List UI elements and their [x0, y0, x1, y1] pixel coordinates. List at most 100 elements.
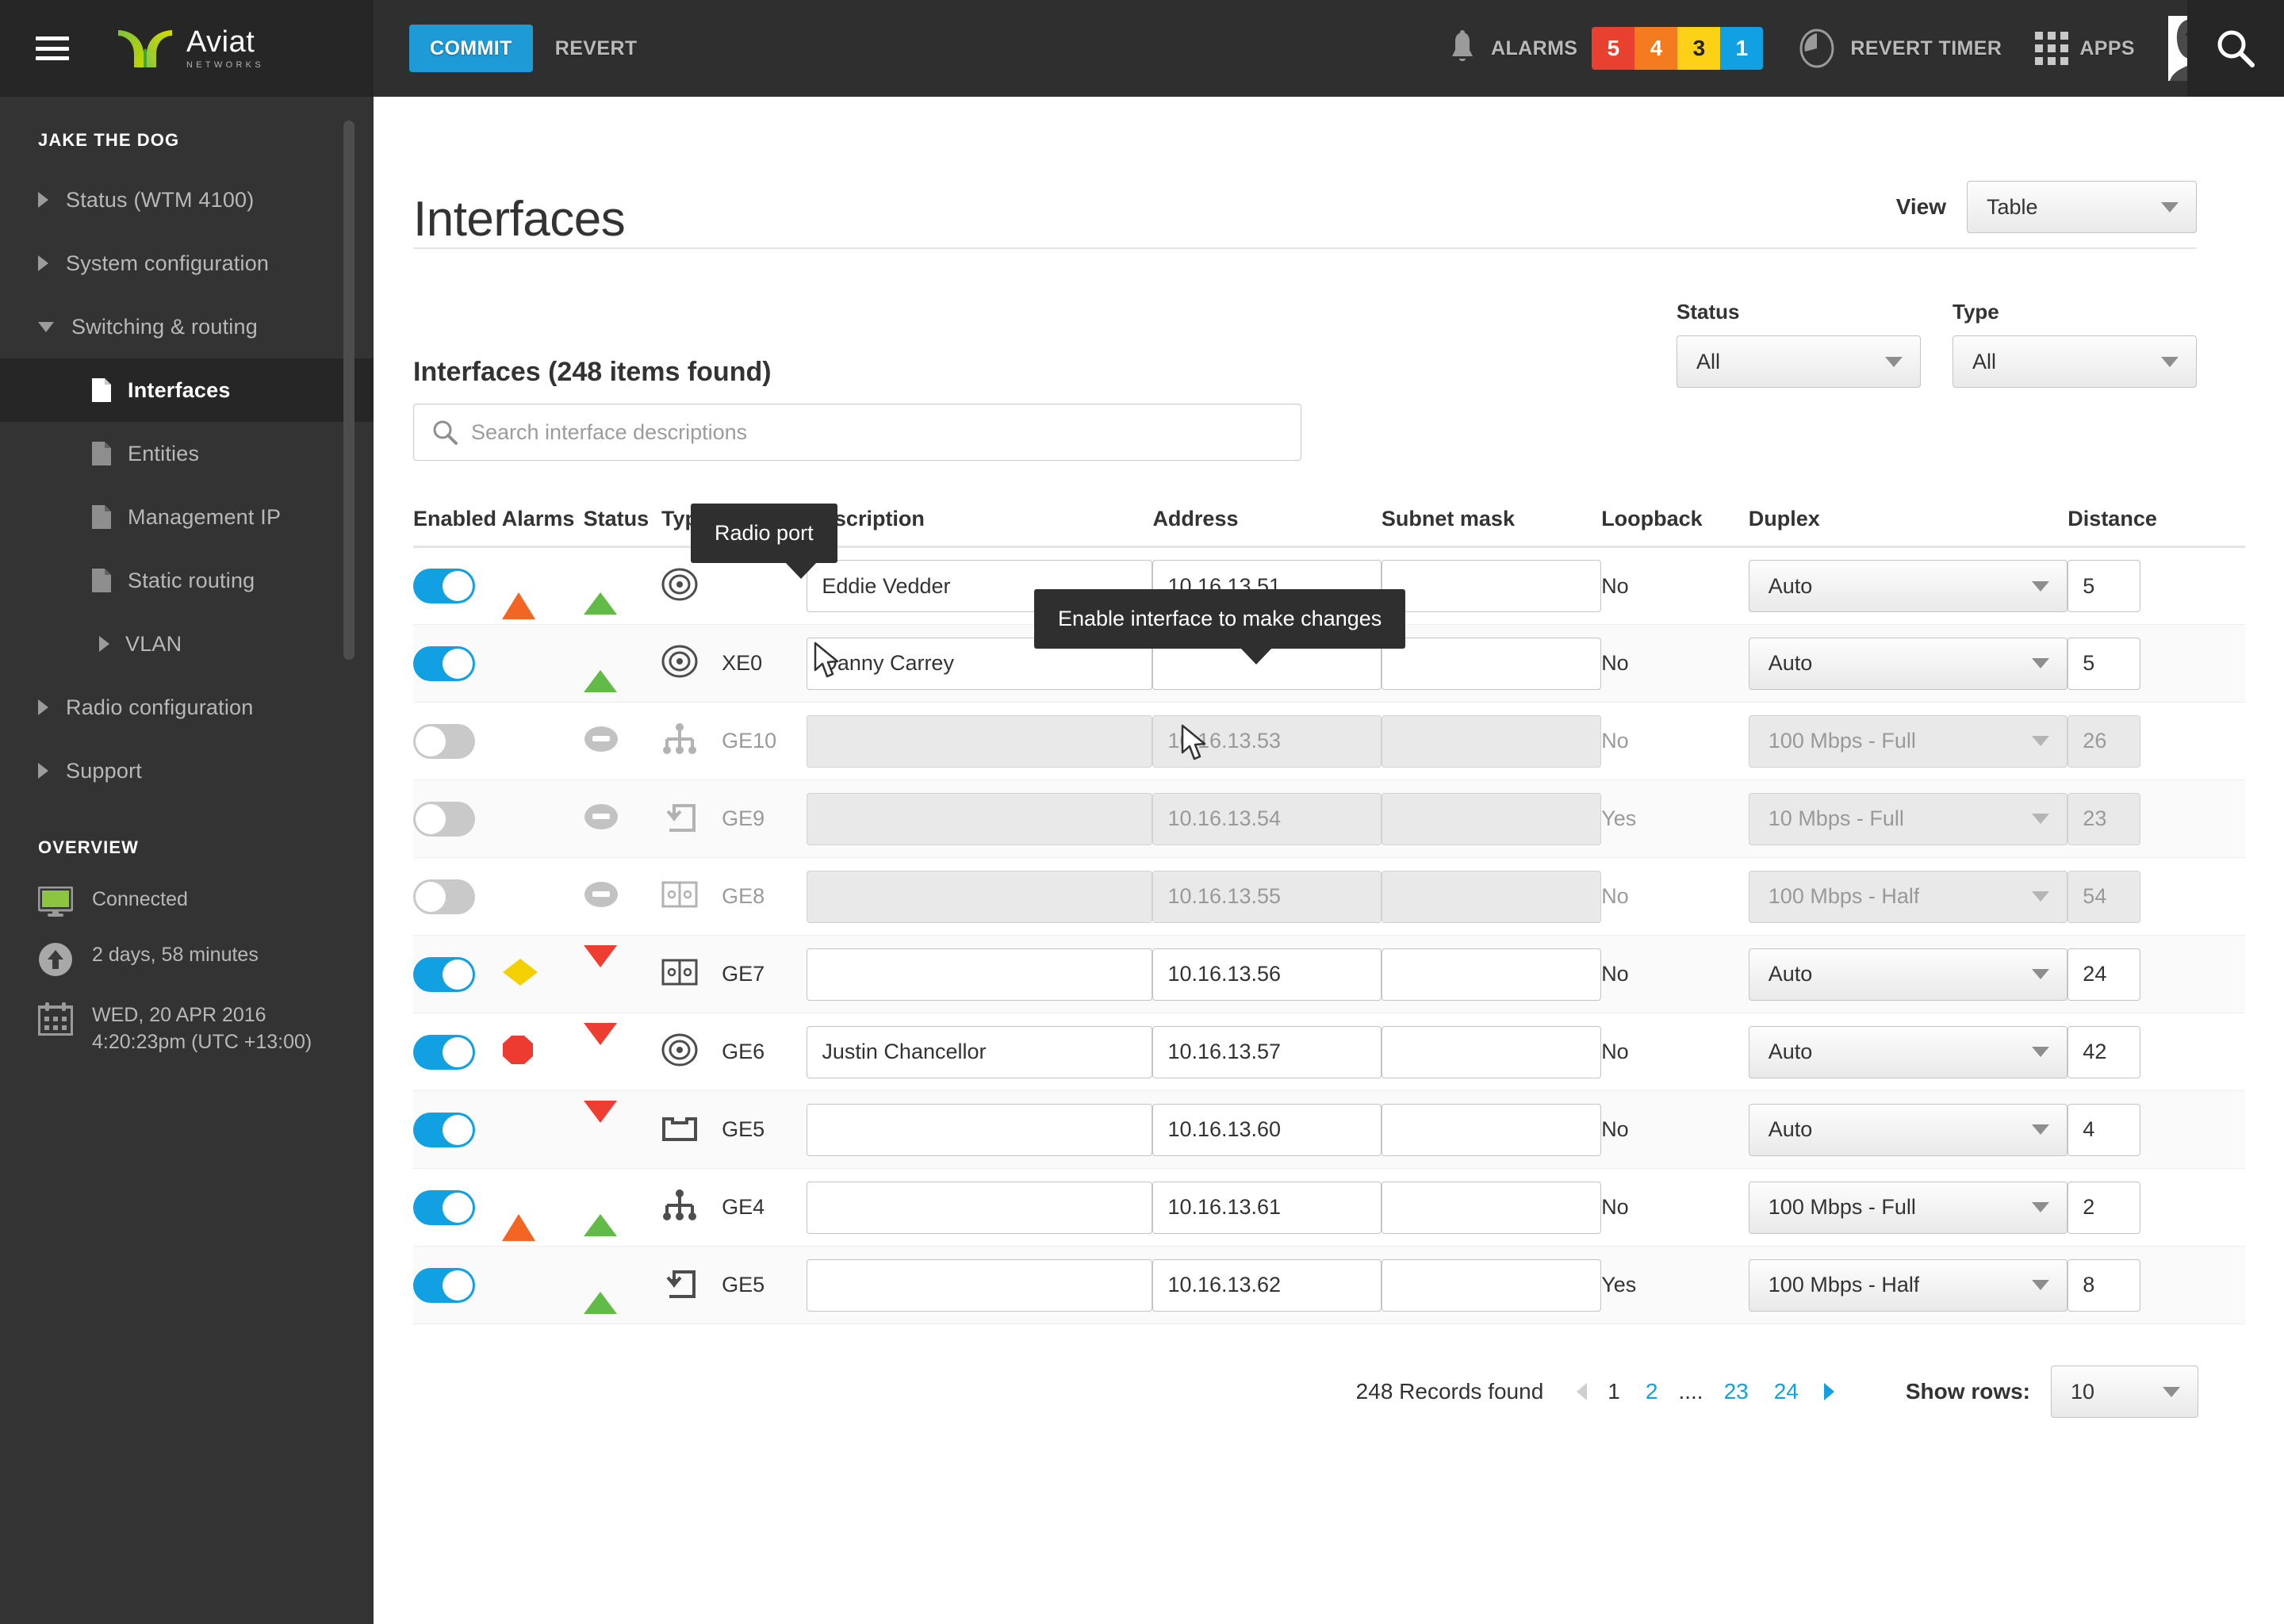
- view-select[interactable]: Table: [1967, 181, 2197, 233]
- subnet-mask-input[interactable]: [1382, 1104, 1601, 1156]
- alarm-chip-minor[interactable]: 3: [1677, 27, 1720, 70]
- subnet-mask-input[interactable]: [1382, 638, 1601, 690]
- alarms-indicator[interactable]: ALARMS 5 4 3 1: [1447, 27, 1763, 70]
- enabled-toggle[interactable]: [413, 957, 475, 992]
- duplex-select[interactable]: Auto: [1749, 560, 2068, 612]
- show-rows-select[interactable]: 10: [2051, 1365, 2198, 1418]
- address-input[interactable]: [1152, 871, 1381, 923]
- distance-input[interactable]: [2067, 560, 2140, 612]
- enabled-toggle[interactable]: [413, 1190, 475, 1225]
- sidebar-item-support[interactable]: Support: [0, 739, 374, 802]
- description-input[interactable]: [807, 793, 1152, 845]
- cell-type[interactable]: [661, 936, 722, 1013]
- subnet-mask-input[interactable]: [1382, 1182, 1601, 1234]
- duplex-select[interactable]: Auto: [1749, 948, 2068, 1001]
- duplex-select[interactable]: 100 Mbps - Half: [1749, 1259, 2068, 1312]
- address-input[interactable]: [1152, 1182, 1381, 1234]
- enabled-toggle[interactable]: [413, 1113, 475, 1147]
- enabled-toggle[interactable]: [413, 1035, 475, 1070]
- search-input[interactable]: [471, 420, 1301, 445]
- subnet-mask-input[interactable]: [1382, 948, 1601, 1001]
- apps-launcher[interactable]: APPS: [2035, 32, 2135, 65]
- distance-input[interactable]: [2067, 715, 2140, 768]
- address-input[interactable]: [1152, 1026, 1381, 1078]
- brand-logo[interactable]: Aviat NETWORKS: [117, 27, 264, 70]
- cell-type[interactable]: [661, 1169, 722, 1247]
- commit-button[interactable]: COMMIT: [409, 25, 533, 72]
- pagination-page-2[interactable]: 2: [1646, 1379, 1658, 1404]
- description-input[interactable]: [807, 1259, 1152, 1312]
- pagination-page-24[interactable]: 24: [1774, 1379, 1799, 1404]
- cell-type[interactable]: [661, 703, 722, 780]
- enabled-toggle[interactable]: [413, 724, 475, 759]
- sidebar-item-system-configuration[interactable]: System configuration: [0, 232, 374, 295]
- subnet-mask-input[interactable]: [1382, 1026, 1601, 1078]
- description-input[interactable]: [807, 1026, 1152, 1078]
- sidebar-item-entities[interactable]: Entities: [0, 422, 374, 485]
- distance-input[interactable]: [2067, 1026, 2140, 1078]
- enabled-toggle[interactable]: [413, 802, 475, 837]
- sidebar-scrollbar[interactable]: [343, 121, 354, 660]
- sidebar-item-vlan[interactable]: VLAN: [0, 612, 374, 676]
- alarm-chip-critical[interactable]: 5: [1592, 27, 1634, 70]
- duplex-select[interactable]: 100 Mbps - Half: [1749, 871, 2068, 923]
- subnet-mask-input[interactable]: [1382, 715, 1601, 768]
- description-input[interactable]: [807, 715, 1152, 768]
- type-filter-select[interactable]: All: [1953, 335, 2197, 388]
- subnet-mask-input[interactable]: [1382, 871, 1601, 923]
- pagination-prev-icon[interactable]: [1577, 1383, 1587, 1400]
- status-filter-select[interactable]: All: [1677, 335, 1921, 388]
- distance-input[interactable]: [2067, 1182, 2140, 1234]
- duplex-select[interactable]: Auto: [1749, 638, 2068, 690]
- subnet-mask-input[interactable]: [1382, 1259, 1601, 1312]
- cell-type[interactable]: [661, 858, 722, 936]
- pagination-next-icon[interactable]: [1824, 1383, 1834, 1400]
- sidebar-item-switching-routing[interactable]: Switching & routing: [0, 295, 374, 358]
- duplex-select[interactable]: 10 Mbps - Full: [1749, 793, 2068, 845]
- sidebar-item-interfaces[interactable]: Interfaces: [0, 358, 374, 422]
- enabled-toggle[interactable]: [413, 646, 475, 681]
- distance-input[interactable]: [2067, 1259, 2140, 1312]
- cell-type[interactable]: [661, 780, 722, 858]
- revert-timer-indicator[interactable]: REVERT TIMER: [1796, 28, 2002, 69]
- description-input[interactable]: [807, 1104, 1152, 1156]
- enabled-toggle[interactable]: [413, 569, 475, 603]
- sidebar-item-management-ip[interactable]: Management IP: [0, 485, 374, 549]
- description-input[interactable]: [807, 871, 1152, 923]
- subnet-mask-input[interactable]: [1382, 793, 1601, 845]
- hamburger-menu-icon[interactable]: [36, 36, 69, 60]
- address-input[interactable]: [1152, 793, 1381, 845]
- sidebar-item-radio-configuration[interactable]: Radio configuration: [0, 676, 374, 739]
- distance-input[interactable]: [2067, 871, 2140, 923]
- global-search-button[interactable]: [2187, 0, 2284, 97]
- sidebar-item-static-routing[interactable]: Static routing: [0, 549, 374, 612]
- cell-type[interactable]: [661, 1013, 722, 1091]
- duplex-select[interactable]: Auto: [1749, 1026, 2068, 1078]
- description-input[interactable]: [807, 1182, 1152, 1234]
- description-input[interactable]: [807, 948, 1152, 1001]
- distance-input[interactable]: [2067, 793, 2140, 845]
- distance-input[interactable]: [2067, 1104, 2140, 1156]
- pagination-page-23[interactable]: 23: [1724, 1379, 1749, 1404]
- duplex-select[interactable]: 100 Mbps - Full: [1749, 715, 2068, 768]
- sidebar-item-status[interactable]: Status (WTM 4100): [0, 168, 374, 232]
- duplex-select[interactable]: 100 Mbps - Full: [1749, 1182, 2068, 1234]
- alarm-chip-major[interactable]: 4: [1634, 27, 1677, 70]
- alarm-chip-info[interactable]: 1: [1720, 27, 1763, 70]
- subnet-mask-input[interactable]: [1382, 560, 1601, 612]
- duplex-select[interactable]: Auto: [1749, 1104, 2068, 1156]
- revert-button[interactable]: REVERT: [555, 37, 638, 60]
- distance-input[interactable]: [2067, 948, 2140, 1001]
- address-input[interactable]: [1152, 948, 1381, 1001]
- address-input[interactable]: [1152, 715, 1381, 768]
- pagination-page-1[interactable]: 1: [1608, 1379, 1620, 1404]
- cell-type[interactable]: [661, 625, 722, 703]
- enabled-toggle[interactable]: [413, 879, 475, 914]
- address-input[interactable]: [1152, 1104, 1381, 1156]
- distance-input[interactable]: [2067, 638, 2140, 690]
- cell-type[interactable]: [661, 1247, 722, 1324]
- search-field[interactable]: [413, 404, 1301, 461]
- address-input[interactable]: [1152, 1259, 1381, 1312]
- enabled-toggle[interactable]: [413, 1268, 475, 1303]
- cell-type[interactable]: [661, 1091, 722, 1169]
